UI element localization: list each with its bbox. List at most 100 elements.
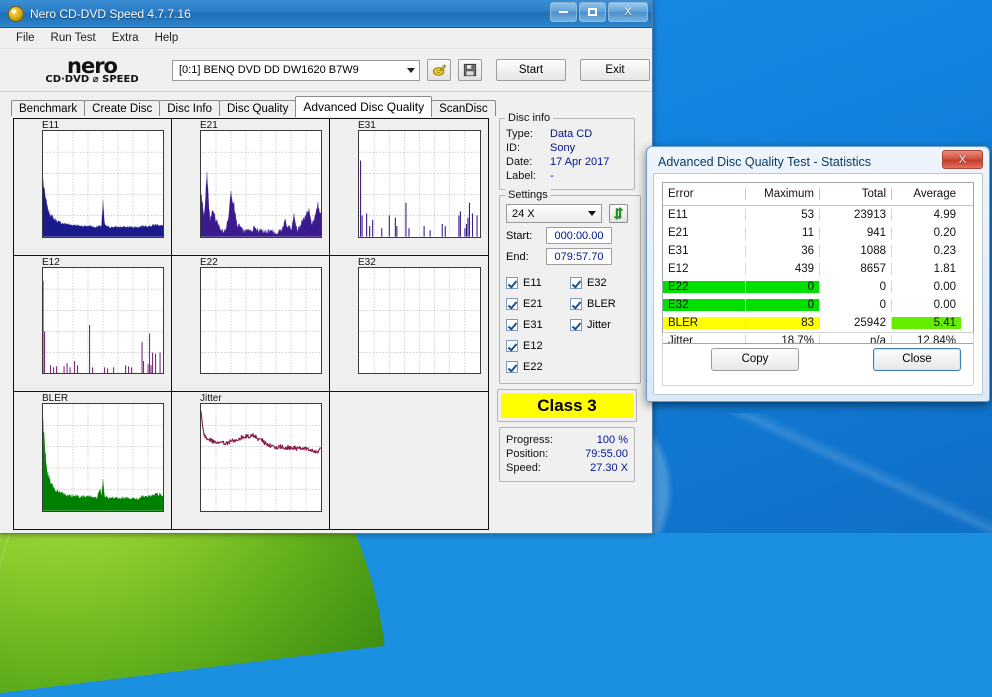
table-row[interactable]: E1243986571.81 <box>663 260 973 278</box>
checkbox-e31[interactable]: E31 <box>506 314 570 335</box>
plot-area: 20406080100020406080 <box>42 403 164 512</box>
cell-maximum: 36 <box>745 245 819 257</box>
plot-area: 1020304050020406080 <box>358 130 481 238</box>
column-header: Error <box>663 188 745 200</box>
cell-maximum: 83 <box>745 317 819 329</box>
cell-error: E22 <box>663 281 745 293</box>
checkbox-empty-slot <box>570 335 634 356</box>
logo-cddvdspeed-text: CD·DVD ⌀ SPEED <box>18 75 166 85</box>
drive-select[interactable]: [0:1] BENQ DVD DD DW1620 B7W9 <box>172 60 420 81</box>
table-row[interactable]: E21119410.20 <box>663 224 973 242</box>
table-row[interactable]: E1153239134.99 <box>663 206 973 224</box>
settings-legend: Settings <box>505 189 551 201</box>
column-header: Total <box>819 188 891 200</box>
disc-info-date-label: Date: <box>506 155 550 169</box>
chart-panel-e21: E2148121620020406080 <box>172 119 330 256</box>
statistics-dialog: Advanced Disc Quality Test - Statistics … <box>646 146 990 402</box>
close-button[interactable]: Close <box>873 348 961 371</box>
start-field-label: Start: <box>506 230 546 242</box>
menu-item-extra[interactable]: Extra <box>104 30 147 46</box>
start-input[interactable]: 000:00.00 <box>546 227 612 244</box>
cell-error: E32 <box>663 299 745 311</box>
speed-select[interactable]: 24 X <box>506 204 602 223</box>
tab-create-disc[interactable]: Create Disc <box>84 100 160 117</box>
checkmark-icon <box>506 361 518 373</box>
table-row[interactable]: E22000.00 <box>663 278 973 296</box>
end-field-label: End: <box>506 251 546 263</box>
checkbox-e11[interactable]: E11 <box>506 272 570 293</box>
checkbox-label: E32 <box>587 277 607 289</box>
tab-disc-info[interactable]: Disc Info <box>159 100 220 117</box>
cell-maximum: 0 <box>745 299 819 311</box>
cell-average: 0.23 <box>891 245 961 257</box>
quality-class-value: Class 3 <box>501 393 633 418</box>
checkbox-e21[interactable]: E21 <box>506 293 570 314</box>
statistics-dialog-close-button[interactable]: X <box>942 150 983 169</box>
end-input[interactable]: 079:57.70 <box>546 248 612 265</box>
end-field-row: End: 079:57.70 <box>506 248 634 265</box>
checkbox-empty-slot <box>570 356 634 377</box>
checkbox-label: E31 <box>523 319 543 331</box>
position-row: Position: 79:55.00 <box>506 447 628 461</box>
cell-error: BLER <box>663 317 745 329</box>
minimize-button[interactable] <box>550 2 577 22</box>
checkbox-jitter[interactable]: Jitter <box>570 314 634 335</box>
checkbox-bler[interactable]: BLER <box>570 293 634 314</box>
error-type-checkbox-grid: E11 E32 E21BLER E31 Jitter E12 E22 <box>506 272 634 377</box>
cell-maximum: 0 <box>745 281 819 293</box>
close-button[interactable]: X <box>608 2 648 22</box>
table-row[interactable]: E313610880.23 <box>663 242 973 260</box>
table-row[interactable]: E32000.00 <box>663 296 973 314</box>
tab-scandisc[interactable]: ScanDisc <box>431 100 496 117</box>
checkbox-e22[interactable]: E22 <box>506 356 570 377</box>
menu-item-run-test[interactable]: Run Test <box>43 30 104 46</box>
chart-title: E12 <box>42 257 60 268</box>
checkmark-icon <box>570 298 582 310</box>
speed-row: Speed: 27.30 X <box>506 461 628 475</box>
checkmark-icon <box>506 298 518 310</box>
graph-grid: E1120406080100020406080E2148121620020406… <box>13 118 489 530</box>
exit-button[interactable]: Exit <box>580 59 650 81</box>
menu-item-help[interactable]: Help <box>147 30 187 46</box>
disc-tool-icon[interactable] <box>427 59 451 81</box>
cell-total: 1088 <box>819 245 891 257</box>
cell-total: 25942 <box>819 317 891 329</box>
statistics-table: ErrorMaximumTotalAverageE1153239134.99E2… <box>662 182 974 344</box>
tab-advanced-disc-quality[interactable]: Advanced Disc Quality <box>295 96 432 117</box>
cell-total: 23913 <box>819 209 891 221</box>
cell-error: E21 <box>663 227 745 239</box>
checkbox-e32[interactable]: E32 <box>570 272 634 293</box>
tab-benchmark[interactable]: Benchmark <box>11 100 85 117</box>
position-value: 79:55.00 <box>566 447 628 461</box>
cell-maximum: 53 <box>745 209 819 221</box>
checkmark-icon <box>506 340 518 352</box>
toolbar: nero CD·DVD ⌀ SPEED [0:1] BENQ DVD DD DW… <box>0 49 652 92</box>
chart-panel-e32: E32246810020406080 <box>330 256 488 393</box>
checkbox-e12[interactable]: E12 <box>506 335 570 356</box>
chart-panel-jitter: Jitter48121620020406080 <box>172 392 330 529</box>
speed-value: 27.30 X <box>566 461 628 475</box>
checkmark-icon <box>570 319 582 331</box>
plot-area: 246810020406080 <box>358 267 481 375</box>
disc-info-type-value: Data CD <box>550 127 592 141</box>
cell-average: 0.00 <box>891 281 961 293</box>
plot-area: 48121620020406080 <box>200 130 322 238</box>
disc-info-group: Disc info Type: Data CD ID: Sony Date: 1… <box>499 118 635 190</box>
menu-item-file[interactable]: File <box>8 30 43 46</box>
plot-area: 48121620020406080 <box>200 403 322 512</box>
refresh-arrows-icon[interactable] <box>609 204 628 223</box>
start-button[interactable]: Start <box>496 59 566 81</box>
floppy-save-icon[interactable] <box>458 59 482 81</box>
cell-maximum: 439 <box>745 263 819 275</box>
cell-average: 0.20 <box>891 227 961 239</box>
copy-button[interactable]: Copy <box>711 348 799 371</box>
table-row[interactable]: BLER83259425.41 <box>663 314 973 332</box>
nero-main-window: Nero CD-DVD Speed 4.7.7.16 X File Run Te… <box>0 0 653 534</box>
chart-panel-e12: E12100200300400500020406080 <box>14 256 172 393</box>
tab-disc-quality[interactable]: Disc Quality <box>219 100 296 117</box>
progress-group: Progress: 100 % Position: 79:55.00 Speed… <box>499 427 635 482</box>
table-header-row: ErrorMaximumTotalAverage <box>663 183 973 206</box>
maximize-button[interactable] <box>579 2 606 22</box>
chart-title: E31 <box>358 120 376 131</box>
checkbox-label: E12 <box>523 340 543 352</box>
